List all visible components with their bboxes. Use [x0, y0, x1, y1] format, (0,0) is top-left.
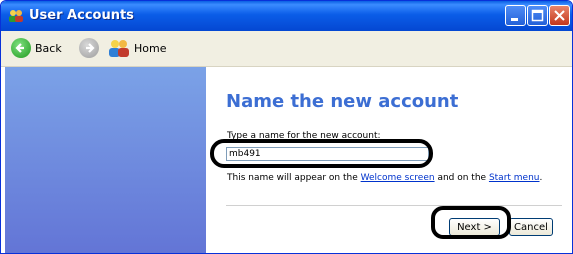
home-users-icon	[109, 40, 129, 57]
highlight-ring-next-button	[431, 206, 511, 239]
welcome-screen-link[interactable]: Welcome screen	[361, 173, 435, 183]
toolbar: Back Home	[1, 31, 572, 67]
cancel-button[interactable]: Cancel	[509, 218, 553, 236]
divider	[226, 205, 562, 206]
minimize-icon	[511, 18, 518, 21]
back-arrow-icon	[11, 38, 31, 58]
maximize-icon	[531, 9, 544, 22]
name-hint: This name will appear on the Welcome scr…	[227, 173, 542, 183]
page-title: Name the new account	[226, 91, 459, 112]
back-label: Back	[35, 41, 62, 55]
back-button[interactable]: Back	[11, 37, 62, 59]
minimize-button[interactable]	[505, 5, 526, 26]
window-title: User Accounts	[29, 8, 134, 23]
close-icon	[554, 10, 565, 21]
start-menu-link[interactable]: Start menu	[489, 173, 540, 183]
forward-button[interactable]	[79, 37, 99, 59]
highlight-ring-name-field	[210, 139, 433, 168]
hint-text-middle: and on the	[434, 173, 489, 183]
hint-text-end: .	[539, 173, 543, 183]
users-icon	[9, 10, 23, 22]
home-button[interactable]: Home	[108, 37, 166, 59]
maximize-button[interactable]	[527, 5, 548, 26]
hint-text: This name will appear on the	[227, 173, 361, 183]
close-button[interactable]	[549, 5, 570, 26]
sidebar-panel	[5, 67, 206, 253]
title-bar[interactable]: User Accounts	[1, 1, 572, 31]
forward-arrow-icon	[79, 38, 99, 58]
home-label: Home	[134, 41, 167, 55]
